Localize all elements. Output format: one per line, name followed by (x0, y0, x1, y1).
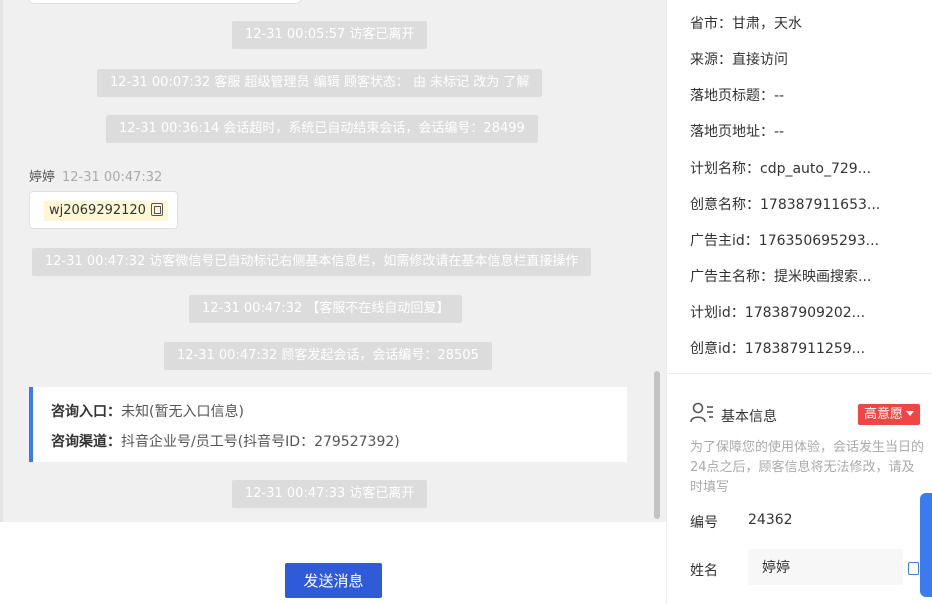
consult-channel-value: 抖音企业号/员工号(抖音号ID：279527392) (121, 434, 400, 450)
system-message: 12-31 00:47:32 访客微信号已自动标记右侧基本信息栏，如需修改请在基… (32, 248, 592, 276)
field-landing-url: 落地页地址：-- (690, 121, 784, 141)
intent-status-label: 高意愿 (864, 407, 904, 422)
consult-entry: 咨询入口：未知(暂无入口信息) (51, 401, 244, 421)
previous-message-card (28, 0, 302, 4)
field-label: 创意id： (690, 341, 745, 357)
field-value: 178387911259... (744, 341, 866, 357)
field-value: cdp_auto_729... (760, 161, 872, 177)
copy-icon[interactable] (908, 562, 919, 575)
field-value: 提米映画搜索... (774, 269, 872, 285)
field-creative-id: 创意id：178387911259... (690, 338, 865, 358)
field-label: 创意名称： (690, 197, 760, 213)
field-label: 计划名称： (690, 161, 760, 177)
field-value: 176350695293... (758, 233, 880, 249)
field-value: -- (774, 124, 785, 140)
field-province-city: 省市：甘肃，天水 (690, 13, 802, 33)
system-message: 12-31 00:36:14 会话超时，系统已自动结束会话，会话编号：28499 (106, 115, 538, 143)
floating-side-tab[interactable] (920, 493, 932, 597)
wechat-id: wj2069292120 (49, 203, 146, 218)
section-divider (667, 373, 932, 374)
field-plan-name: 计划名称：cdp_auto_729... (690, 158, 871, 178)
field-landing-title: 落地页标题：-- (690, 85, 784, 105)
field-plan-id: 计划id：178387909202... (690, 302, 865, 322)
consult-info-card: 咨询入口：未知(暂无入口信息) 咨询渠道：抖音企业号/员工号(抖音号ID：279… (29, 387, 627, 462)
field-label: 落地页标题： (690, 88, 774, 104)
number-value: 24362 (748, 512, 793, 528)
field-value: 178387911653... (760, 197, 881, 213)
edit-notice: 为了保障您的使用体验，会话发生当日的24点之后，顾客信息将无法修改，请及时填写 (690, 440, 925, 495)
field-label: 计划id： (690, 305, 745, 321)
scrollbar[interactable] (654, 371, 660, 519)
user-info-icon (690, 402, 713, 423)
field-source: 来源：直接访问 (690, 49, 788, 69)
visitor-info-panel: 省市：甘肃，天水 来源：直接访问 落地页标题：-- 落地页地址：-- 计划名称：… (666, 0, 932, 604)
message-time: 12-31 00:47:32 (62, 170, 163, 185)
system-message: 12-31 00:47:32 【客服不在线自动回复】 (189, 295, 463, 323)
send-message-button[interactable]: 发送消息 (285, 563, 382, 598)
field-label: 广告主名称： (690, 269, 774, 285)
field-value: -- (774, 88, 785, 104)
chat-workspace: 12-31 00:05:57 访客已离开 12-31 00:07:32 客服 超… (0, 0, 932, 604)
system-message: 12-31 00:47:32 顾客发起会话，会话编号：28505 (164, 342, 492, 370)
field-label: 落地页地址： (690, 124, 774, 140)
field-label: 省市： (690, 16, 732, 32)
field-value: 直接访问 (732, 52, 788, 68)
copy-icon[interactable] (150, 203, 163, 216)
system-message: 12-31 00:07:32 客服 超级管理员 编辑 顾客状态： 由 未标记 改… (97, 69, 543, 97)
consult-channel-label: 咨询渠道： (51, 434, 121, 450)
consult-channel: 咨询渠道：抖音企业号/员工号(抖音号ID：279527392) (51, 431, 400, 451)
number-label: 编号 (690, 515, 718, 531)
field-advertiser-id: 广告主id：176350695293... (690, 230, 879, 250)
consult-entry-value: 未知(暂无入口信息) (121, 404, 244, 420)
message-sender: 婷婷 12-31 00:47:32 (29, 166, 162, 185)
field-label: 来源： (690, 52, 732, 68)
wechat-id-tag[interactable]: wj2069292120 (44, 201, 168, 221)
system-message: 12-31 00:05:57 访客已离开 (232, 21, 428, 49)
message-list[interactable]: 12-31 00:05:57 访客已离开 12-31 00:07:32 客服 超… (0, 0, 666, 522)
consult-entry-label: 咨询入口： (51, 404, 121, 420)
field-value: 178387909202... (744, 305, 866, 321)
name-label: 姓名 (690, 563, 718, 579)
field-label: 广告主id： (690, 233, 759, 249)
message-bubble: wj2069292120 (29, 191, 178, 229)
name-field[interactable] (748, 549, 903, 585)
sender-name: 婷婷 (29, 170, 56, 185)
chat-panel: 12-31 00:05:57 访客已离开 12-31 00:07:32 客服 超… (0, 0, 666, 604)
field-advertiser-name: 广告主名称：提米映画搜索... (690, 266, 871, 286)
field-creative-name: 创意名称：178387911653... (690, 194, 880, 214)
field-value: 甘肃，天水 (732, 16, 802, 32)
intent-status-dropdown[interactable]: 高意愿 (858, 404, 921, 425)
basic-info-title: 基本信息 (721, 409, 777, 425)
system-message: 12-31 00:47:33 访客已离开 (232, 480, 428, 508)
caret-down-icon (906, 411, 915, 416)
